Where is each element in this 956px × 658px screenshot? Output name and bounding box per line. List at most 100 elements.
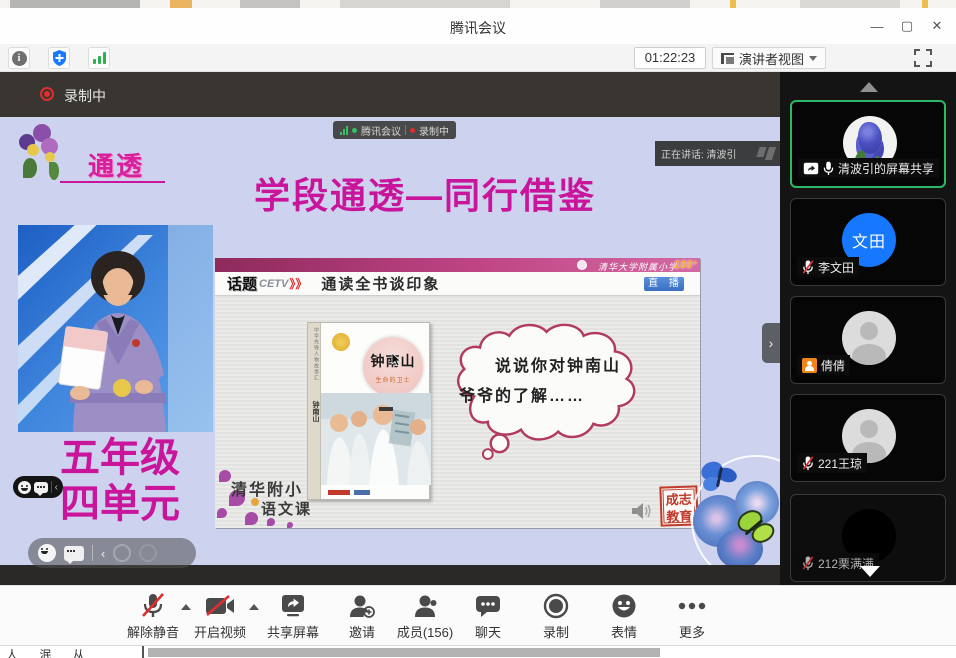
tv-channel-logo: CETV xyxy=(259,278,288,290)
mouse-cursor-icon xyxy=(391,353,401,367)
recording-banner: 录制中 xyxy=(0,72,780,117)
mic-muted-icon xyxy=(802,456,814,471)
fullscreen-button[interactable] xyxy=(914,49,932,67)
main-stage: 录制中 通透 腾讯会议 录制中 xyxy=(0,72,780,585)
share-screen-button[interactable]: 共享屏幕 xyxy=(257,592,329,641)
background-window-top-fragment xyxy=(0,0,956,8)
collapse-chevron-icon[interactable]: ‹ xyxy=(55,482,58,493)
slide-top-bar: 清华大学附属小学 100⁺ xyxy=(215,258,700,272)
meeting-info-button[interactable]: i xyxy=(8,47,30,69)
layout-icon xyxy=(721,53,734,64)
participant-tile-sharing[interactable]: 清波引的屏幕共享 xyxy=(790,100,946,188)
thought-bubble: 说说你对钟南山 爷爷的了解…… xyxy=(437,320,652,465)
lesson-slide: 清华大学附属小学 100⁺ 话题 CETV 》》 通读全书谈印象 直 播 中华先… xyxy=(215,258,700,528)
blue-butterfly-icon xyxy=(699,459,741,495)
smiley-icon[interactable] xyxy=(18,481,31,494)
speaking-label: 正在讲话: 清波引 xyxy=(661,146,737,161)
phone-user-icon xyxy=(802,358,817,373)
more-button[interactable]: 更多 xyxy=(656,592,728,641)
green-butterfly-icon xyxy=(735,505,779,549)
tencent-meeting-window: 腾讯会议 — ▢ ✕ i 01:22:23 演讲者视图 xyxy=(0,0,956,658)
record-button[interactable]: 录制 xyxy=(520,592,592,641)
tongtou-badge: 通透 xyxy=(88,146,144,183)
statusbar: i 01:22:23 演讲者视图 xyxy=(0,44,956,72)
recording-dot-icon xyxy=(40,87,54,101)
red-dot-icon xyxy=(410,128,415,133)
signal-bars-icon xyxy=(93,52,106,64)
mic-on-icon xyxy=(823,161,834,176)
view-mode-label: 演讲者视图 xyxy=(739,49,804,68)
background-text-fragment: 人 泯 从 xyxy=(6,646,94,658)
book-spine: 中华先锋人物故事汇 钟南山 xyxy=(308,323,321,499)
background-window-bottom-fragment: 人 泯 从 xyxy=(0,645,956,658)
record-icon xyxy=(543,593,569,619)
scroll-down-arrow[interactable] xyxy=(860,566,880,577)
participant-name-tag: 倩倩 xyxy=(797,355,850,375)
titlebar: 腾讯会议 — ▢ ✕ xyxy=(0,8,956,44)
more-dots-icon xyxy=(678,602,706,610)
anniversary-badge: 100⁺ xyxy=(674,258,698,271)
footer-school-label: 清华附小 xyxy=(231,476,303,500)
shield-icon xyxy=(52,50,67,66)
now-speaking-bar: 正在讲话: 清波引 xyxy=(655,141,780,166)
chat-bubble-icon[interactable] xyxy=(34,482,48,493)
monitor-app-label: 腾讯会议 xyxy=(361,123,401,138)
speaker-icon xyxy=(630,501,652,521)
participants-sidebar: 清波引的屏幕共享 文田 李文田 倩倩 xyxy=(780,72,956,585)
view-mode-selector[interactable]: 演讲者视图 xyxy=(712,47,826,69)
unmute-button[interactable]: 解除静音 xyxy=(117,592,189,641)
chat-bubble-icon[interactable] xyxy=(64,546,84,561)
scroll-up-arrow[interactable] xyxy=(860,82,878,92)
participant-tile[interactable]: 221王琼 xyxy=(790,394,946,482)
start-video-button[interactable]: 开启视频 xyxy=(184,592,256,641)
quick-reactions-pill[interactable]: ‹ xyxy=(13,476,63,498)
network-button[interactable] xyxy=(88,47,110,69)
participant-tile[interactable]: 倩倩 xyxy=(790,296,946,384)
quick-reactions-pill-expanded[interactable]: ‹ xyxy=(28,538,196,568)
presenter-video xyxy=(18,225,213,432)
bubble-text-line1: 说说你对钟南山 xyxy=(495,352,621,376)
minimize-button[interactable]: — xyxy=(862,14,892,38)
smiley-icon[interactable] xyxy=(38,544,56,562)
invite-button[interactable]: 邀请 xyxy=(326,592,398,641)
book-seal-icon xyxy=(332,333,350,351)
tongtou-underline xyxy=(60,181,165,183)
book-cover: 中华先锋人物故事汇 钟南山 钟南山 生命的卫士 xyxy=(307,322,430,500)
window-title: 腾讯会议 xyxy=(0,18,956,38)
security-button[interactable] xyxy=(48,47,70,69)
live-badge: 直 播 xyxy=(644,277,684,291)
topic-label: 话题 xyxy=(227,273,257,294)
members-button[interactable]: 成员(156) xyxy=(389,592,461,641)
collapse-chevron-icon[interactable]: ‹ xyxy=(101,546,105,561)
mic-muted-icon xyxy=(802,260,814,275)
publisher-logos xyxy=(328,490,388,495)
participant-tile[interactable]: 文田 李文田 xyxy=(790,198,946,286)
book-spine-title: 钟南山 xyxy=(310,401,320,422)
shared-screen-content: 通透 腾讯会议 录制中 正在讲话: 清波引 学段通透—同行借鉴 xyxy=(0,117,780,565)
audio-wave-icon xyxy=(758,147,774,160)
invite-person-icon xyxy=(349,594,375,618)
bottom-toolbar: 解除静音 开启视频 共享屏幕 xyxy=(0,585,956,645)
avatar xyxy=(842,311,896,365)
monitor-recording-label: 录制中 xyxy=(419,123,449,138)
green-dot-icon xyxy=(352,128,357,133)
mic-muted-icon xyxy=(141,593,165,619)
close-button[interactable]: ✕ xyxy=(922,14,952,38)
signal-bars-icon xyxy=(340,126,348,135)
side-panel-expand-handle[interactable]: › xyxy=(762,323,780,363)
lesson-title: 学段通透—同行借鉴 xyxy=(200,167,650,219)
maximize-button[interactable]: ▢ xyxy=(892,14,922,38)
gold-dot-icon xyxy=(251,498,259,506)
recording-label: 录制中 xyxy=(64,86,106,106)
chevron-down-icon xyxy=(809,56,817,61)
arrows-decoration: 》》 xyxy=(289,275,307,292)
info-icon: i xyxy=(12,51,27,66)
chat-button[interactable]: 聊天 xyxy=(452,592,524,641)
participant-name-tag: 221王琼 xyxy=(797,453,867,473)
reactions-button[interactable]: 表情 xyxy=(588,592,660,641)
mic-muted-icon xyxy=(802,556,814,571)
participant-name-tag: 李文田 xyxy=(797,257,859,277)
chevron-right-icon: › xyxy=(769,335,774,351)
school-logo-icon xyxy=(577,260,587,270)
background-scrollbar-fragment xyxy=(148,648,660,657)
